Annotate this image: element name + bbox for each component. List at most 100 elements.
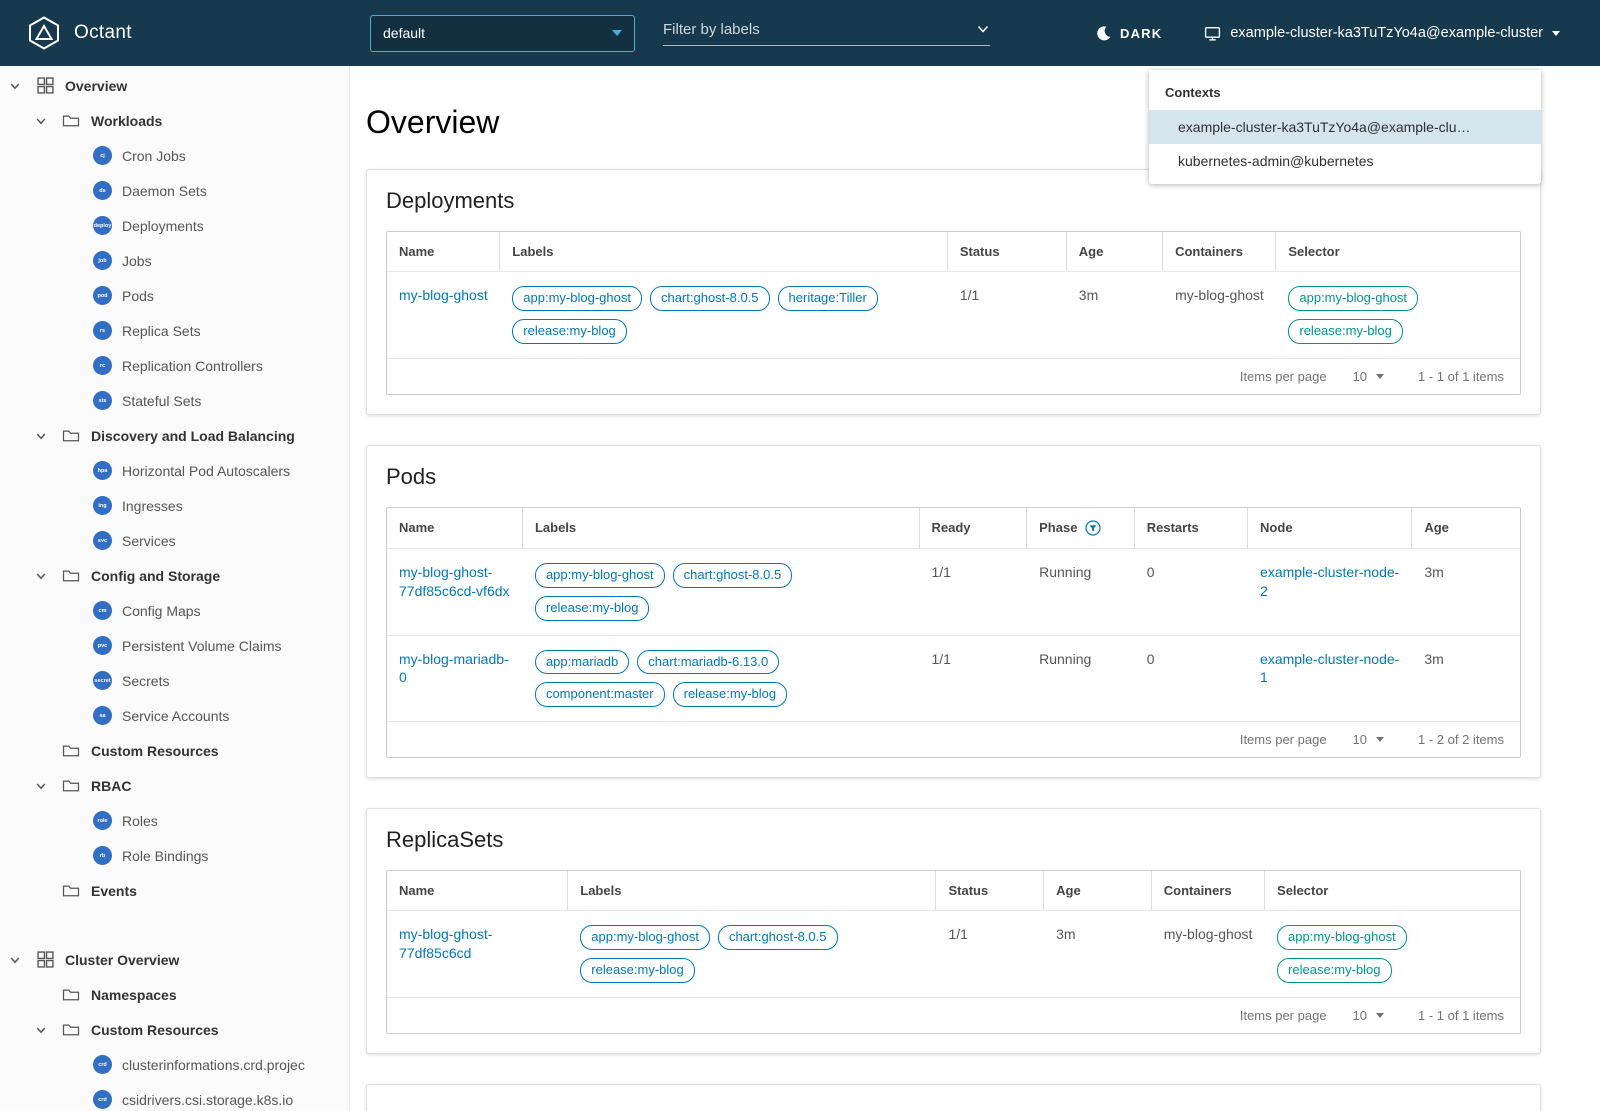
resource-link[interactable]: example-cluster-node-1 (1260, 651, 1399, 686)
sidebar-item-namespaces[interactable]: Namespaces (0, 977, 349, 1012)
context-selector[interactable]: example-cluster-ka3TuTzYo4a@example-clus… (1204, 25, 1560, 42)
folder-icon (61, 1022, 81, 1037)
label-pill[interactable]: heritage:Tiller (777, 286, 878, 311)
sidebar-item-cron-jobs[interactable]: cj Cron Jobs (0, 138, 349, 173)
items-per-page-label: Items per page (1239, 368, 1327, 384)
label-pill[interactable]: release:my-blog (534, 595, 650, 621)
deployments-icon: deploy (93, 216, 112, 235)
sidebar-item-persistent-volume-claims[interactable]: pvc Persistent Volume Claims (0, 628, 349, 663)
label-pill[interactable]: chart:ghost-8.0.5 (717, 925, 838, 951)
sidebar-item-roles[interactable]: role Roles (0, 803, 349, 838)
cell-value: 3m (1078, 287, 1099, 303)
label-filter[interactable] (663, 20, 990, 46)
items-per-page-select[interactable]: 10 (1353, 1008, 1385, 1023)
sidebar-item-label: Custom Resources (91, 1021, 219, 1038)
table-row: my-blog-ghost-77df85c6cd app:my-blog-ghos… (387, 910, 1520, 997)
cell-selectors: app:my-blog-ghost release:my-blog (1265, 911, 1520, 997)
label-pill[interactable]: chart:ghost-8.0.5 (649, 286, 770, 311)
cell-name: my-blog-ghost-77df85c6cd-vf6dx (387, 549, 523, 635)
theme-toggle-button[interactable]: DARK (1095, 25, 1162, 42)
resource-link[interactable]: example-cluster-node-2 (1260, 564, 1399, 599)
resource-link[interactable]: my-blog-ghost-77df85c6cd-vf6dx (399, 564, 510, 599)
sidebar-item-label: Events (91, 882, 137, 899)
items-per-page-value: 10 (1352, 732, 1368, 748)
table-row: my-blog-ghost app:my-blog-ghost chart:ghos… (387, 271, 1520, 358)
sidebar-item-config-and-storage[interactable]: Config and Storage (0, 558, 349, 593)
sidebar-item-label: Persistent Volume Claims (122, 637, 282, 654)
context-menu-item[interactable]: kubernetes-admin@kubernetes (1149, 144, 1541, 178)
sidebar-item-workloads[interactable]: Workloads (0, 103, 349, 138)
items-per-page-select[interactable]: 10 (1352, 732, 1385, 748)
folder-icon (61, 113, 81, 128)
resource-link[interactable]: my-blog-ghost-77df85c6cd (399, 926, 492, 961)
column-header-status: Status (948, 232, 1067, 271)
sidebar-item-role-bindings[interactable]: rb Role Bindings (0, 838, 349, 873)
sidebar-item-custom-resources[interactable]: Custom Resources (0, 733, 349, 768)
label-filter-input[interactable] (663, 20, 968, 38)
sidebar-item-jobs[interactable]: job Jobs (0, 243, 349, 278)
items-per-page-select[interactable]: 10 (1353, 369, 1385, 384)
sidebar-item-label: clusterinformations.crd.projec (122, 1056, 305, 1073)
sidebar-item-ingresses[interactable]: ing Ingresses (0, 488, 349, 523)
label-pill[interactable]: app:my-blog-ghost (580, 925, 710, 951)
label-pill[interactable]: release:my-blog (512, 318, 627, 344)
label-pill[interactable]: app:my-blog-ghost (534, 562, 665, 588)
context-label: example-cluster-ka3TuTzYo4a@example-clus… (1230, 25, 1543, 41)
column-header-label: Selector (1277, 883, 1329, 899)
cluster-icon (1204, 25, 1221, 42)
label-pill[interactable]: release:my-blog (580, 958, 695, 984)
chevron-down-icon (9, 954, 35, 966)
cell-value: Running (1039, 563, 1092, 580)
context-menu-item[interactable]: example-cluster-ka3TuTzYo4a@example-clu… (1149, 110, 1541, 144)
filter-icon[interactable] (1085, 520, 1102, 536)
label-pill[interactable]: chart:mariadb-6.13.0 (637, 649, 780, 675)
sidebar-item-stateful-sets[interactable]: sts Stateful Sets (0, 383, 349, 418)
column-header-node: Node (1248, 507, 1413, 548)
sidebar-item-discovery-and-load-balancing[interactable]: Discovery and Load Balancing (0, 418, 349, 453)
sidebar-item-secrets[interactable]: secret Secrets (0, 663, 349, 698)
label-pill[interactable]: component:master (534, 682, 665, 708)
label-pill[interactable]: app:mariadb (534, 649, 630, 675)
label-pill[interactable]: app:my-blog-ghost (512, 286, 642, 311)
sidebar-item-overview[interactable]: Overview (0, 68, 349, 103)
sidebar-item-rbac[interactable]: RBAC (0, 768, 349, 803)
sidebar-item-cluster-custom-resources[interactable]: Custom Resources (0, 1012, 349, 1047)
sidebar-item-replication-controllers[interactable]: rc Replication Controllers (0, 348, 349, 383)
sidebar-item-csidrivers[interactable]: crd csidrivers.csi.storage.k8s.io (0, 1082, 349, 1111)
cell-text: 0 (1135, 549, 1248, 635)
column-header-label: Ready (931, 520, 971, 536)
sidebar-item-label: Stateful Sets (122, 392, 202, 409)
pagination: Items per page 10 1 - 2 of 2 items (387, 721, 1520, 757)
sidebar-item-cluster-overview[interactable]: Cluster Overview (0, 942, 349, 977)
sidebar-item-service-accounts[interactable]: sa Service Accounts (0, 698, 349, 733)
sidebar-item-deployments[interactable]: deploy Deployments (0, 208, 349, 243)
cell-value: my-blog-ghost (1163, 926, 1253, 943)
sidebar-item-config-maps[interactable]: cm Config Maps (0, 593, 349, 628)
namespace-select[interactable]: default (370, 14, 635, 52)
sidebar-item-label: Services (122, 532, 176, 549)
sidebar-item-daemon-sets[interactable]: ds Daemon Sets (0, 173, 349, 208)
sidebar-item-events[interactable]: Events (0, 873, 349, 908)
sidebar-item-label: Replication Controllers (122, 357, 263, 374)
sidebar-item-replica-sets[interactable]: rs Replica Sets (0, 313, 349, 348)
sidebar-item-clusterinformations[interactable]: crd clusterinformations.crd.projec (0, 1047, 349, 1082)
cell-value: my-blog-ghost (1175, 287, 1264, 303)
sidebar-item-label: Daemon Sets (122, 182, 207, 199)
labels-group: app:my-blog-ghost chart:ghost-8.0.5 releas… (580, 925, 924, 984)
items-per-page-label: Items per page (1239, 1008, 1327, 1024)
cron-jobs-icon: cj (93, 146, 112, 165)
column-header-label: Age (1078, 244, 1104, 259)
replica-sets-icon: rs (93, 321, 112, 340)
cell-value: Running (1039, 650, 1092, 667)
label-pill[interactable]: chart:ghost-8.0.5 (672, 562, 793, 588)
sidebar-item-horizontal-pod-autoscalers[interactable]: hpa Horizontal Pod Autoscalers (0, 453, 349, 488)
label-pill[interactable]: release:my-blog (672, 682, 788, 708)
chevron-down-icon (35, 780, 61, 792)
cell-name: my-blog-ghost-77df85c6cd (387, 911, 568, 997)
column-header-label: Age (1056, 883, 1081, 899)
namespace-select-value: default (383, 25, 426, 41)
sidebar-item-pods[interactable]: pod Pods (0, 278, 349, 313)
sidebar-item-services[interactable]: svc Services (0, 523, 349, 558)
resource-link[interactable]: my-blog-mariadb-0 (399, 651, 509, 686)
resource-link[interactable]: my-blog-ghost (399, 287, 488, 303)
